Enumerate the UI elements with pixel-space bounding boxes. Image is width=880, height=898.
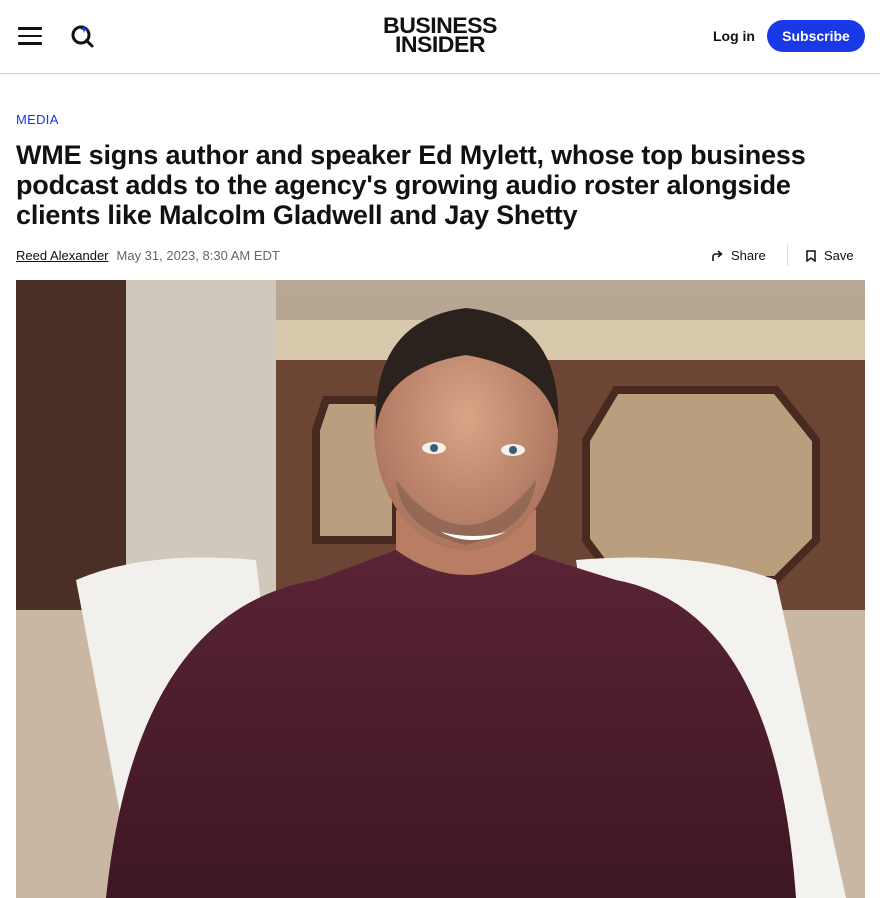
- share-label: Share: [731, 248, 766, 263]
- author-link[interactable]: Reed Alexander: [16, 248, 109, 263]
- action-divider: [787, 244, 788, 266]
- top-nav-bar: BUSINESS INSIDER Log in Subscribe: [0, 0, 880, 74]
- hero-photo-illustration: [16, 280, 865, 898]
- share-button[interactable]: Share: [711, 248, 766, 263]
- hero-photo: [16, 280, 865, 898]
- save-label: Save: [824, 248, 854, 263]
- share-arrow-icon: [712, 250, 723, 261]
- article-headline: WME signs author and speaker Ed Mylett, …: [16, 140, 806, 230]
- byline: Reed Alexander May 31, 2023, 8:30 AM EDT: [16, 248, 280, 263]
- subscribe-button[interactable]: Subscribe: [767, 20, 865, 52]
- hamburger-menu-icon[interactable]: [18, 27, 42, 45]
- login-link[interactable]: Log in: [713, 28, 755, 44]
- bookmark-icon: [806, 250, 816, 263]
- category-link[interactable]: MEDIA: [16, 112, 59, 127]
- site-logo[interactable]: BUSINESS INSIDER: [373, 15, 507, 56]
- publish-date: May 31, 2023, 8:30 AM EDT: [116, 248, 280, 263]
- save-button[interactable]: Save: [806, 248, 854, 263]
- search-icon[interactable]: [70, 23, 96, 49]
